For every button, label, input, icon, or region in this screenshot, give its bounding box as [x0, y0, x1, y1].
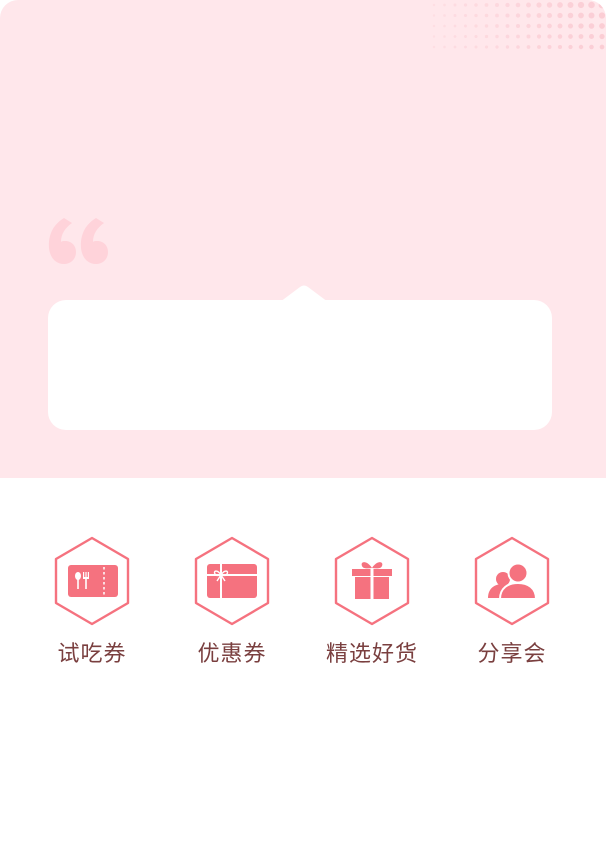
gift-box-icon: [334, 536, 410, 626]
dot-pattern-decoration: [432, 1, 606, 50]
menu-item-coupon[interactable]: 优惠券: [172, 536, 292, 676]
feature-menu: 试吃券 优惠券 精选好货 分享会: [0, 536, 606, 676]
menu-item-label: 优惠券: [197, 642, 267, 667]
page: 试吃券 优惠券 精选好货 分享会: [0, 0, 606, 866]
menu-item-label: 精选好货: [325, 642, 418, 667]
people-group-icon: [474, 536, 550, 626]
menu-item-share[interactable]: 分享会: [452, 536, 572, 676]
tasting-ticket-icon: [54, 536, 130, 626]
menu-item-selected-goods[interactable]: 精选好货: [312, 536, 432, 676]
hero-banner: [0, 0, 606, 478]
message-bubble: [48, 300, 552, 430]
menu-item-label: 试吃券: [57, 642, 127, 667]
menu-item-tasting[interactable]: 试吃券: [32, 536, 152, 676]
quote-mark-icon: [48, 218, 108, 264]
coupon-card-icon: [194, 536, 270, 626]
menu-item-label: 分享会: [477, 642, 547, 667]
